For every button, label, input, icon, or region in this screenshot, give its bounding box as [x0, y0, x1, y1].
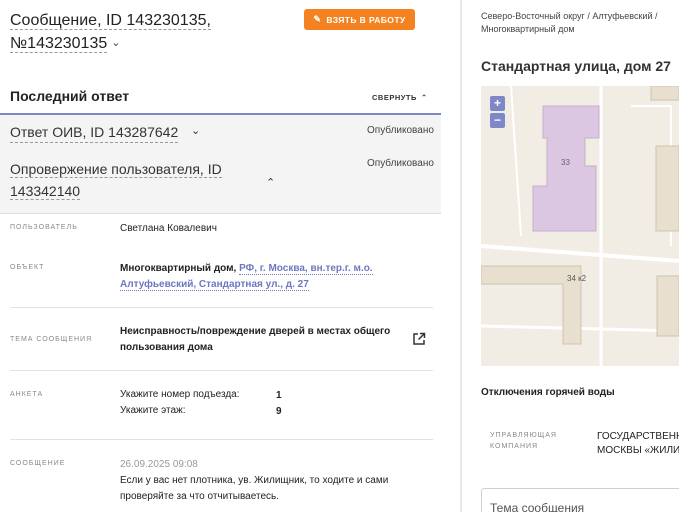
row-divider [10, 307, 433, 308]
collapse-button[interactable]: СВЕРНУТЬ ⌃ [372, 93, 428, 102]
hot-water-outages-heading: Отключения горячей воды [481, 387, 615, 398]
building-34k2 [481, 265, 582, 345]
refutation-title[interactable]: Опровержение пользователя, ID 143342140 [10, 158, 260, 202]
message-date: 26.09.2025 09:08 [120, 459, 198, 470]
map-zoom-controls: + − [490, 96, 505, 128]
object-address-title: Стандартная улица, дом 27 [481, 58, 671, 74]
refutation-status: Опубликовано [367, 158, 434, 169]
survey-answer-1: 1 [276, 390, 282, 401]
zoom-out-button[interactable]: − [490, 113, 505, 128]
object-prefix: Многоквартирный дом, [120, 263, 240, 274]
row-divider [10, 439, 433, 440]
map-canvas [481, 86, 679, 366]
answer-title[interactable]: Ответ ОИВ, ID 143287642 [10, 122, 179, 143]
object-address-link[interactable]: РФ, г. Москва, вн.тер.г. м.о. [239, 263, 373, 275]
user-value: Светлана Ковалевич [120, 223, 217, 234]
building-33 [532, 105, 600, 232]
user-label: ПОЛЬЗОВАТЕЛЬ [10, 224, 78, 231]
survey-label: АНКЕТА [10, 391, 44, 398]
refutation-title-line1: Опровержение пользователя, ID [10, 161, 222, 178]
topic-line1: Неисправность/повреждение дверей в места… [120, 326, 391, 337]
management-company-value: ГОСУДАРСТВЕННОЕ МОСКВЫ «ЖИЛИЩ [597, 430, 679, 458]
management-company-line1: ГОСУДАРСТВЕННОЕ [597, 431, 679, 442]
survey-answer-2: 9 [276, 406, 282, 417]
answer-status: Опубликовано [367, 125, 434, 136]
object-label: ОБЪЕКТ [10, 264, 45, 271]
survey-question-1: Укажите номер подъезда: [120, 389, 240, 400]
map[interactable]: 33 34 к2 + − [481, 86, 679, 366]
message-line2: проверяйте за что отчитываетесь. [120, 491, 279, 502]
take-to-work-label: ВЗЯТЬ В РАБОТУ [326, 14, 406, 25]
breadcrumb: Северо-Восточный округ / Алтуфьевский / … [481, 10, 671, 36]
survey-question-2: Укажите этаж: [120, 405, 186, 416]
zoom-in-button[interactable]: + [490, 96, 505, 111]
breadcrumb-line1[interactable]: Северо-Восточный округ / Алтуфьевский / [481, 11, 657, 21]
message-line1: Если у вас нет плотника, ув. Жилищник, т… [120, 475, 389, 486]
object-value: Многоквартирный дом, РФ, г. Москва, вн.т… [120, 261, 373, 293]
chevron-down-icon[interactable]: ⌄ [191, 124, 200, 137]
message-panel: Сообщение, ID 143230135, №143230135 ⌄ ✎ В… [0, 0, 441, 512]
collapse-label: СВЕРНУТЬ [372, 93, 417, 102]
message-label: СООБЩЕНИЕ [10, 460, 66, 467]
message-value: 26.09.2025 09:08 Если у вас нет плотника… [120, 457, 388, 505]
message-title-line2: №143230135 [10, 35, 108, 53]
pencil-icon: ✎ [313, 14, 322, 24]
refutation-title-line2: 143342140 [10, 183, 81, 200]
chevron-down-icon[interactable]: ⌄ [111, 32, 120, 54]
management-company-label: УПРАВЛЯЮЩАЯ КОМПАНИЯ [490, 432, 557, 450]
message-title-line1: Сообщение, ID 143230135, [10, 12, 211, 30]
chevron-up-icon[interactable]: ⌃ [266, 176, 275, 189]
chevron-up-icon: ⌃ [420, 93, 428, 102]
last-answer-heading: Последний ответ [10, 88, 130, 104]
topic-line2: пользования дома [120, 342, 213, 353]
take-to-work-button[interactable]: ✎ ВЗЯТЬ В РАБОТУ [304, 9, 415, 30]
object-address-link-cont[interactable]: Алтуфьевский, Стандартная ул., д. 27 [120, 279, 309, 291]
object-sidebar: Северо-Восточный округ / Алтуфьевский / … [462, 0, 679, 512]
map-label-33: 33 [561, 158, 570, 167]
topic-value: Неисправность/повреждение дверей в места… [120, 324, 390, 356]
management-company-line2: МОСКВЫ «ЖИЛИЩ [597, 445, 679, 456]
topic-label: ТЕМА СООБЩЕНИЯ [10, 336, 93, 343]
panel-divider [441, 0, 462, 512]
row-divider [10, 370, 433, 371]
external-link-icon[interactable] [412, 332, 426, 346]
message-title[interactable]: Сообщение, ID 143230135, №143230135 ⌄ [10, 10, 250, 55]
breadcrumb-line2[interactable]: Многоквартирный дом [481, 24, 575, 34]
map-label-34k2: 34 к2 [567, 274, 587, 283]
message-topic-input[interactable] [481, 488, 679, 512]
